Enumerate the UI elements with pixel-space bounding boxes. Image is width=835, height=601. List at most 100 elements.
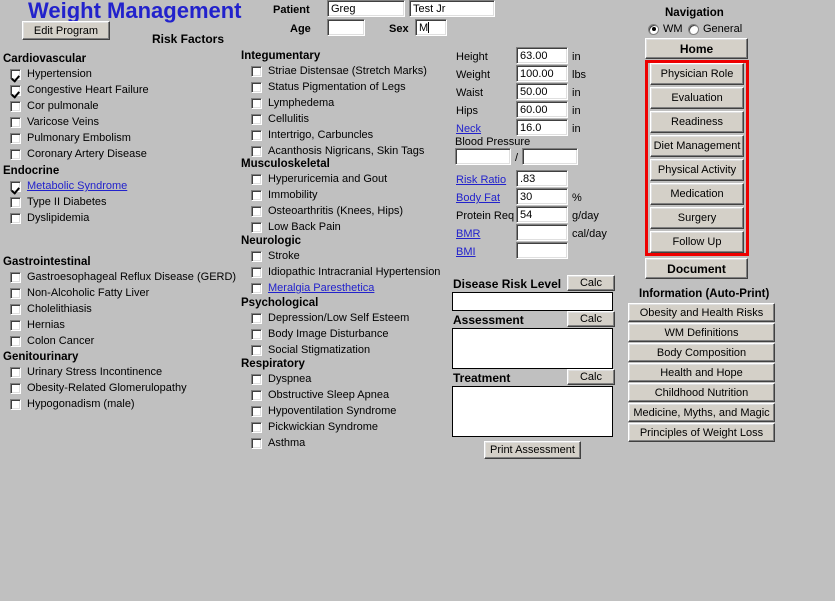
nav-mode-wm-radio[interactable]: WM (648, 23, 683, 35)
measurement-label-bmr[interactable]: BMR (456, 228, 480, 240)
disease-risk-level-value[interactable] (452, 292, 613, 311)
checkbox-unchecked-icon (10, 132, 21, 144)
risk-checkbox-hypogonadism-male[interactable]: Hypogonadism (male) (10, 397, 135, 411)
measurement-label-risk-ratio[interactable]: Risk Ratio (456, 174, 506, 186)
patient-last-name-input[interactable]: Test Jr (409, 0, 495, 17)
checkbox-unchecked-icon (251, 65, 262, 77)
risk-checkbox-coronary-artery-disease[interactable]: Coronary Artery Disease (10, 147, 147, 161)
edit-program-button[interactable]: Edit Program (22, 21, 110, 40)
risk-checkbox-colon-cancer[interactable]: Colon Cancer (10, 334, 94, 348)
risk-checkbox-obstructive-sleep-apnea[interactable]: Obstructive Sleep Apnea (251, 388, 389, 402)
measurement-label-protein-req: Protein Req (456, 210, 515, 222)
risk-checkbox-dyslipidemia[interactable]: Dyslipidemia (10, 211, 89, 225)
bp-systolic-input[interactable] (455, 148, 511, 165)
risk-checkbox-intertrigo-carbuncles[interactable]: Intertrigo, Carbuncles (251, 128, 373, 142)
patient-age-input[interactable] (327, 19, 365, 36)
measurement-label-neck[interactable]: Neck (456, 123, 481, 135)
measurement-input-bmr[interactable] (516, 224, 568, 241)
checkbox-unchecked-icon (10, 116, 21, 128)
risk-checkbox-hypertension[interactable]: Hypertension (10, 67, 92, 81)
risk-checkbox-label: Acanthosis Nigricans, Skin Tags (268, 145, 425, 157)
measurement-input-body-fat[interactable]: 30 (516, 188, 568, 205)
nav-mode-general-radio[interactable]: General (688, 23, 742, 35)
risk-checkbox-social-stigmatization[interactable]: Social Stigmatization (251, 343, 370, 357)
risk-checkbox-label: Cor pulmonale (27, 100, 99, 112)
nav-button-physical-activity[interactable]: Physical Activity (650, 159, 744, 181)
risk-checkbox-label: Urinary Stress Incontinence (27, 366, 163, 378)
patient-first-name-input[interactable]: Greg (327, 0, 405, 17)
measurement-input-waist[interactable]: 50.00 (516, 83, 568, 100)
risk-checkbox-label[interactable]: Metabolic Syndrome (27, 180, 127, 192)
risk-checkbox-label: Non-Alcoholic Fatty Liver (27, 287, 150, 299)
risk-checkbox-type-ii-diabetes[interactable]: Type II Diabetes (10, 195, 107, 209)
risk-checkbox-hypoventilation-syndrome[interactable]: Hypoventilation Syndrome (251, 404, 396, 418)
nav-button-physician-role[interactable]: Physician Role (650, 63, 744, 85)
risk-checkbox-acanthosis-nigricans-skin-tags[interactable]: Acanthosis Nigricans, Skin Tags (251, 144, 424, 158)
nav-mode-general-label: General (703, 23, 743, 35)
risk-checkbox-asthma[interactable]: Asthma (251, 436, 305, 450)
info-button-wm-definitions[interactable]: WM Definitions (628, 323, 775, 342)
nav-button-medication[interactable]: Medication (650, 183, 744, 205)
info-button-childhood-nutrition[interactable]: Childhood Nutrition (628, 383, 775, 402)
nav-button-evaluation[interactable]: Evaluation (650, 87, 744, 109)
measurement-input-risk-ratio[interactable]: .83 (516, 170, 568, 187)
risk-checkbox-depression-low-self-esteem[interactable]: Depression/Low Self Esteem (251, 311, 409, 325)
risk-checkbox-stroke[interactable]: Stroke (251, 249, 300, 263)
risk-checkbox-immobility[interactable]: Immobility (251, 188, 318, 202)
info-button-medicine-myths-and-magic[interactable]: Medicine, Myths, and Magic (628, 403, 775, 422)
risk-checkbox-metabolic-syndrome[interactable]: Metabolic Syndrome (10, 179, 127, 193)
patient-sex-input[interactable]: M (415, 19, 447, 36)
info-button-obesity-and-health-risks[interactable]: Obesity and Health Risks (628, 303, 775, 322)
risk-checkbox-meralgia-paresthetica[interactable]: Meralgia Paresthetica (251, 281, 374, 295)
risk-checkbox-body-image-disturbance[interactable]: Body Image Disturbance (251, 327, 388, 341)
nav-button-readiness[interactable]: Readiness (650, 111, 744, 133)
risk-checkbox-obesity-related-glomerulopathy[interactable]: Obesity-Related Glomerulopathy (10, 381, 187, 395)
disease-risk-calc-button[interactable]: Calc (567, 275, 615, 291)
bp-diastolic-input[interactable] (522, 148, 578, 165)
nav-button-diet-management[interactable]: Diet Management (650, 135, 744, 157)
measurement-label-body-fat[interactable]: Body Fat (456, 192, 500, 204)
info-button-health-and-hope[interactable]: Health and Hope (628, 363, 775, 382)
checkbox-unchecked-icon (251, 173, 262, 185)
risk-checkbox-lymphedema[interactable]: Lymphedema (251, 96, 334, 110)
nav-button-surgery[interactable]: Surgery (650, 207, 744, 229)
treatment-calc-button[interactable]: Calc (567, 369, 615, 385)
measurement-input-neck[interactable]: 16.0 (516, 119, 568, 136)
checkbox-unchecked-icon (10, 100, 21, 112)
measurement-input-weight[interactable]: 100.00 (516, 65, 568, 82)
risk-checkbox-urinary-stress-incontinence[interactable]: Urinary Stress Incontinence (10, 365, 162, 379)
risk-checkbox-pulmonary-embolism[interactable]: Pulmonary Embolism (10, 131, 131, 145)
nav-document-button[interactable]: Document (645, 258, 748, 279)
print-assessment-button[interactable]: Print Assessment (484, 441, 581, 459)
info-button-body-composition[interactable]: Body Composition (628, 343, 775, 362)
measurement-input-hips[interactable]: 60.00 (516, 101, 568, 118)
assessment-calc-button[interactable]: Calc (567, 311, 615, 327)
risk-checkbox-cholelithiasis[interactable]: Cholelithiasis (10, 302, 92, 316)
risk-checkbox-dyspnea[interactable]: Dyspnea (251, 372, 311, 386)
measurement-input-protein-req[interactable]: 54 (516, 206, 568, 223)
risk-checkbox-varicose-veins[interactable]: Varicose Veins (10, 115, 99, 129)
treatment-textarea[interactable] (452, 386, 613, 437)
risk-checkbox-pickwickian-syndrome[interactable]: Pickwickian Syndrome (251, 420, 378, 434)
nav-button-follow-up[interactable]: Follow Up (650, 231, 744, 253)
risk-checkbox-label: Cellulitis (268, 113, 309, 125)
info-button-principles-of-weight-loss[interactable]: Principles of Weight Loss (628, 423, 775, 442)
risk-checkbox-non-alcoholic-fatty-liver[interactable]: Non-Alcoholic Fatty Liver (10, 286, 149, 300)
risk-checkbox-congestive-heart-failure[interactable]: Congestive Heart Failure (10, 83, 149, 97)
risk-checkbox-cor-pulmonale[interactable]: Cor pulmonale (10, 99, 99, 113)
risk-checkbox-low-back-pain[interactable]: Low Back Pain (251, 220, 341, 234)
measurement-input-bmi[interactable] (516, 242, 568, 259)
risk-checkbox-hyperuricemia-and-gout[interactable]: Hyperuricemia and Gout (251, 172, 387, 186)
risk-checkbox-status-pigmentation-of-legs[interactable]: Status Pigmentation of Legs (251, 80, 406, 94)
risk-checkbox-gastroesophageal-reflux-disease-gerd[interactable]: Gastroesophageal Reflux Disease (GERD) (10, 270, 236, 284)
risk-checkbox-idiopathic-intracranial-hypertension[interactable]: Idiopathic Intracranial Hypertension (251, 265, 440, 279)
assessment-textarea[interactable] (452, 328, 613, 369)
measurement-input-height[interactable]: 63.00 (516, 47, 568, 64)
risk-checkbox-striae-distensae-stretch-marks[interactable]: Striae Distensae (Stretch Marks) (251, 64, 427, 78)
risk-checkbox-cellulitis[interactable]: Cellulitis (251, 112, 309, 126)
risk-checkbox-label[interactable]: Meralgia Paresthetica (268, 282, 374, 294)
risk-checkbox-hernias[interactable]: Hernias (10, 318, 65, 332)
risk-checkbox-osteoarthritis-knees-hips[interactable]: Osteoarthritis (Knees, Hips) (251, 204, 403, 218)
measurement-label-bmi[interactable]: BMI (456, 246, 476, 258)
nav-home-button[interactable]: Home (645, 38, 748, 59)
